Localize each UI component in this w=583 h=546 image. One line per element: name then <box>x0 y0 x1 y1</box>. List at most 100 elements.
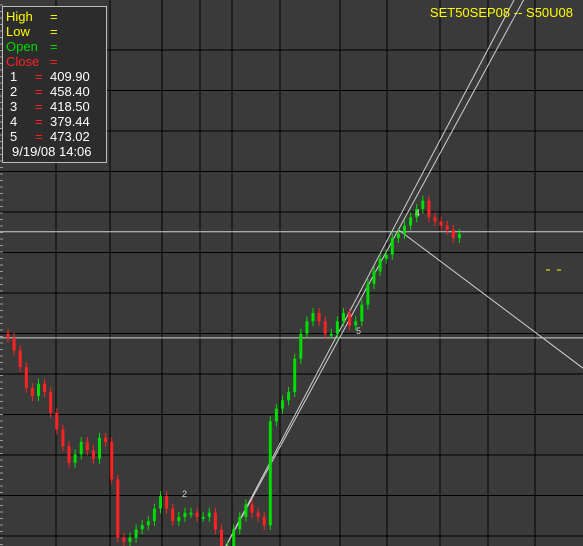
candle-body <box>61 429 65 447</box>
point-row: 4 = 379.44 <box>6 114 106 129</box>
low-label: Low <box>6 24 30 39</box>
candle-body <box>439 221 443 226</box>
datetime-row: 9/19/08 14:06 <box>12 144 92 159</box>
candle-body <box>250 504 254 513</box>
candle-body <box>183 512 187 517</box>
trend-line <box>225 0 525 546</box>
candle-body <box>427 200 431 218</box>
marker-5: 5 <box>356 326 362 336</box>
candle-body <box>299 333 303 359</box>
candle-body <box>134 529 138 538</box>
candle-body <box>445 225 449 230</box>
candle-body <box>366 283 370 305</box>
candle-body <box>146 521 150 526</box>
candle-body <box>55 412 59 430</box>
candle-body <box>152 508 156 522</box>
candle-body <box>281 400 284 409</box>
candle-body <box>287 392 291 401</box>
candle-body <box>49 392 53 413</box>
candle-body <box>317 312 321 322</box>
point-label: 5 <box>10 129 18 144</box>
candle-body <box>244 504 248 517</box>
equals-sign: = <box>50 24 58 39</box>
candle-body <box>110 441 114 480</box>
candle-body <box>207 512 211 517</box>
open-row: Open = <box>6 39 106 54</box>
candle-body <box>323 321 327 334</box>
point-row: 3 = 418.50 <box>6 99 106 114</box>
point-label: 4 <box>10 114 18 129</box>
point-row: 5 = 473.02 <box>6 129 106 144</box>
equals-sign: = <box>50 39 58 54</box>
low-row: Low = <box>6 24 106 39</box>
high-label: High <box>6 9 33 24</box>
candle-body <box>6 333 10 338</box>
equals-sign: = <box>35 114 43 129</box>
open-label: Open <box>6 39 38 54</box>
high-row: High = <box>6 9 106 24</box>
candle-body <box>457 233 461 239</box>
candle-body <box>293 358 297 393</box>
candle-body <box>348 312 352 326</box>
trend-line <box>225 0 515 546</box>
equals-sign: = <box>35 69 43 84</box>
candle-body <box>372 271 376 284</box>
candle-body <box>177 516 181 522</box>
candle-body <box>354 321 358 326</box>
candle-body <box>171 508 175 522</box>
candle-body <box>256 512 260 517</box>
candle-body <box>116 479 120 538</box>
candle-body <box>30 387 34 397</box>
candle-body <box>378 258 382 272</box>
candle-body <box>201 516 205 519</box>
candle-body <box>37 383 40 397</box>
candle-body <box>79 441 83 455</box>
candle-body <box>104 437 108 442</box>
candle-body <box>390 238 394 255</box>
candle-body <box>91 450 95 459</box>
info-panel: High = Low = Open = Close = 1 = 409.90 2 = 458.4… <box>2 6 107 163</box>
equals-sign: = <box>35 99 43 114</box>
point-row: 1 = 409.90 <box>6 69 106 84</box>
candle-body <box>409 217 413 226</box>
point-label: 1 <box>10 69 18 84</box>
candle-body <box>98 437 101 459</box>
candle-body <box>268 421 272 526</box>
candle-body <box>311 312 315 322</box>
candle-body <box>342 312 345 322</box>
candle-body <box>220 529 223 546</box>
candle-body <box>360 304 364 322</box>
candle-body <box>24 367 28 388</box>
candle-body <box>403 225 406 234</box>
candle-body <box>329 333 333 336</box>
candle-body <box>140 525 144 530</box>
candle-body <box>305 321 309 334</box>
candle-body <box>335 321 339 334</box>
point-row: 2 = 458.40 <box>6 84 106 99</box>
point-value: 418.50 <box>50 99 90 114</box>
candle-body <box>85 441 89 451</box>
candle-body <box>433 217 437 222</box>
equals-sign: = <box>35 129 43 144</box>
close-label: Close <box>6 54 40 69</box>
point-label: 2 <box>10 84 18 99</box>
candle-body <box>384 254 388 259</box>
equals-sign: = <box>50 54 58 69</box>
candle-body <box>18 350 22 368</box>
candle-body <box>159 496 162 509</box>
candle-body <box>189 512 193 515</box>
candle-body <box>238 516 242 530</box>
candle-body <box>262 516 266 526</box>
close-row: Close = <box>6 54 106 69</box>
candle-body <box>122 537 126 542</box>
candle-body <box>165 496 169 509</box>
candle-body <box>128 537 132 542</box>
candle-body <box>274 408 278 422</box>
candle-body <box>213 512 217 530</box>
point-value: 458.40 <box>50 84 90 99</box>
candle-body <box>73 454 77 463</box>
candle-body <box>43 383 47 393</box>
point-label: 3 <box>10 99 18 114</box>
candle-body <box>451 229 455 239</box>
equals-sign: = <box>35 84 43 99</box>
